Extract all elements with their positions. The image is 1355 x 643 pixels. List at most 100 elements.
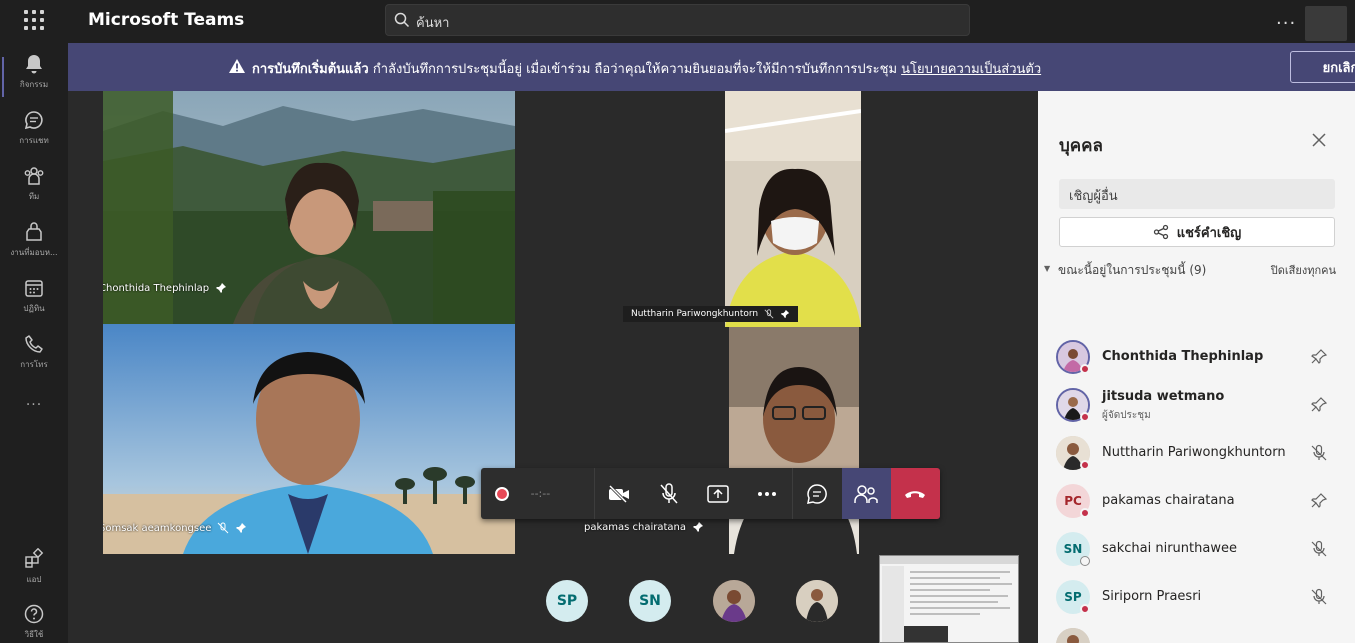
rail-label: วิธีใช้ xyxy=(24,630,44,639)
participant-row[interactable]: PC pakamas chairatana xyxy=(1054,480,1350,524)
participant-name: Chonthida Thephinlap xyxy=(1102,349,1264,364)
share-invite-label: แชร์คำเชิญ xyxy=(1176,225,1242,241)
more-apps-button[interactable]: ... xyxy=(0,393,68,409)
status-busy-icon xyxy=(1080,364,1090,374)
assignments-icon xyxy=(26,222,42,241)
share-tray-icon xyxy=(707,484,729,503)
invite-people-input[interactable]: เชิญผู้อื่น xyxy=(1059,179,1335,209)
strip-avatar-photo[interactable] xyxy=(796,580,838,622)
rail-item-apps[interactable]: แอป xyxy=(0,548,68,602)
participant-name-tag: Somsak aeamkongsee xyxy=(103,522,247,534)
video-feed xyxy=(103,324,515,554)
video-tile-chonthida[interactable]: Chonthida Thephinlap xyxy=(103,91,515,324)
participant-row[interactable]: Chonthida Thephinlap xyxy=(1054,336,1350,380)
calendar-icon xyxy=(25,280,43,297)
in-meeting-section-header[interactable]: ▼ ขณะนี้อยู่ในการประชุมนี้ (9) ปิดเสียงท… xyxy=(1044,261,1344,279)
close-icon[interactable] xyxy=(1312,133,1326,147)
apps-icon xyxy=(25,548,44,568)
in-meeting-label: ขณะนี้อยู่ในการประชุมนี้ (9) xyxy=(1058,263,1207,277)
people-icon xyxy=(854,484,879,503)
chat-icon xyxy=(807,483,827,504)
strip-avatar-photo[interactable] xyxy=(713,580,755,622)
strip-avatar[interactable]: SP xyxy=(546,580,588,622)
show-chat-button[interactable] xyxy=(793,468,842,519)
participant-name: Nuttharin Pariwongkhuntorn xyxy=(631,309,759,319)
mic-off-icon xyxy=(1311,444,1327,461)
video-feed xyxy=(725,91,861,327)
call-timer: --:-- xyxy=(530,487,551,500)
user-avatar[interactable] xyxy=(1305,6,1347,41)
hang-up-icon xyxy=(905,490,926,498)
status-busy-icon xyxy=(1080,460,1090,470)
search-box[interactable]: ค้นหา xyxy=(385,4,970,36)
rail-item-activity[interactable]: กิจกรรม xyxy=(0,53,68,107)
strip-avatar[interactable]: SN xyxy=(629,580,671,622)
mic-off-icon xyxy=(1311,588,1327,605)
camera-toggle-button[interactable] xyxy=(595,468,644,519)
pin-icon[interactable] xyxy=(1310,396,1328,414)
rail-label: กิจกรรม xyxy=(19,80,49,89)
cancel-recording-button[interactable]: ยกเลิก xyxy=(1290,51,1355,83)
avatar xyxy=(1056,628,1090,643)
status-busy-icon xyxy=(1080,412,1090,422)
help-icon xyxy=(24,604,44,624)
rail-label: แอป xyxy=(26,575,42,584)
participant-row[interactable]: jitsuda wetmano ผู้จัดประชุม xyxy=(1054,384,1350,428)
pin-icon xyxy=(692,522,703,532)
more-actions-button[interactable] xyxy=(742,468,791,519)
participant-row[interactable]: Nuttharin Pariwongkhuntorn xyxy=(1054,432,1350,476)
mic-off-icon xyxy=(1311,540,1327,557)
rail-label: การแชท xyxy=(19,136,49,145)
participant-row[interactable]: SN sakchai nirunthawee xyxy=(1054,528,1350,572)
mic-toggle-button[interactable] xyxy=(644,468,693,519)
share-invite-button[interactable]: แชร์คำเชิญ xyxy=(1059,217,1335,247)
rail-item-chat[interactable]: การแชท xyxy=(0,109,68,163)
share-screen-button[interactable] xyxy=(693,468,742,519)
banner-message: การบันทึกเริ่มต้นแล้ว กำลังบันทึกการประช… xyxy=(252,58,1041,79)
pin-icon xyxy=(216,283,227,293)
participant-name: Nuttharin Pariwongkhuntorn xyxy=(1102,445,1286,460)
rail-item-help[interactable]: วิธีใช้ xyxy=(0,603,68,643)
show-participants-button[interactable] xyxy=(841,468,891,519)
bell-icon xyxy=(26,55,42,74)
participant-row[interactable]: SP Siriporn Praesri xyxy=(1054,576,1350,620)
video-tile-nuttharin[interactable] xyxy=(725,91,861,327)
participant-name: Siriporn Praesri xyxy=(1102,589,1202,604)
search-icon xyxy=(394,12,410,28)
rail-item-assignments[interactable]: งานที่มอบห... xyxy=(0,221,68,275)
pin-icon[interactable] xyxy=(1310,348,1328,366)
mic-off-icon xyxy=(660,482,678,503)
app-title: Microsoft Teams xyxy=(88,10,245,30)
leave-call-button[interactable] xyxy=(890,468,941,519)
video-tile-somsak[interactable]: Somsak aeamkongsee xyxy=(103,324,515,554)
teams-window: Microsoft Teams ค้นหา ... กิจกรรม การแชท… xyxy=(0,0,1355,643)
rail-item-calendar[interactable]: ปฏิทิน xyxy=(0,277,68,331)
mic-off-icon xyxy=(764,309,774,319)
participant-row[interactable] xyxy=(1054,624,1350,643)
mute-all-button[interactable]: ปิดเสียงทุกคน xyxy=(1271,261,1336,279)
app-launcher-icon[interactable] xyxy=(24,10,44,30)
rail-label: งานที่มอบห... xyxy=(10,248,58,257)
recording-indicator xyxy=(481,468,523,519)
warning-icon xyxy=(229,59,245,73)
app-bar: กิจกรรม การแชท ทีม งานที่มอบห... ปฏิทิน … xyxy=(0,43,68,643)
participant-name: Somsak aeamkongsee xyxy=(103,522,212,534)
rail-label: ทีม xyxy=(28,192,40,201)
pin-icon xyxy=(236,523,247,533)
banner-body: กำลังบันทึกการประชุมนี้อยู่ เมื่อเข้าร่ว… xyxy=(372,62,898,77)
participant-name: pakamas chairatana xyxy=(1102,493,1235,508)
status-busy-icon xyxy=(1080,604,1090,614)
rail-label: การโทร xyxy=(20,360,48,369)
rail-item-calls[interactable]: การโทร xyxy=(0,333,68,387)
rail-item-teams[interactable]: ทีม xyxy=(0,165,68,219)
screen-share-thumbnail[interactable] xyxy=(879,555,1019,643)
banner-title: การบันทึกเริ่มต้นแล้ว xyxy=(252,62,369,77)
more-icon xyxy=(758,491,776,496)
video-tile-pakamas[interactable] xyxy=(729,327,859,554)
share-icon xyxy=(1153,224,1168,240)
privacy-policy-link[interactable]: นโยบายความเป็นส่วนตัว xyxy=(901,62,1041,77)
video-feed xyxy=(729,327,859,554)
pin-icon[interactable] xyxy=(1310,492,1328,510)
more-options-button[interactable]: ... xyxy=(1276,8,1296,29)
phone-icon xyxy=(25,335,43,353)
